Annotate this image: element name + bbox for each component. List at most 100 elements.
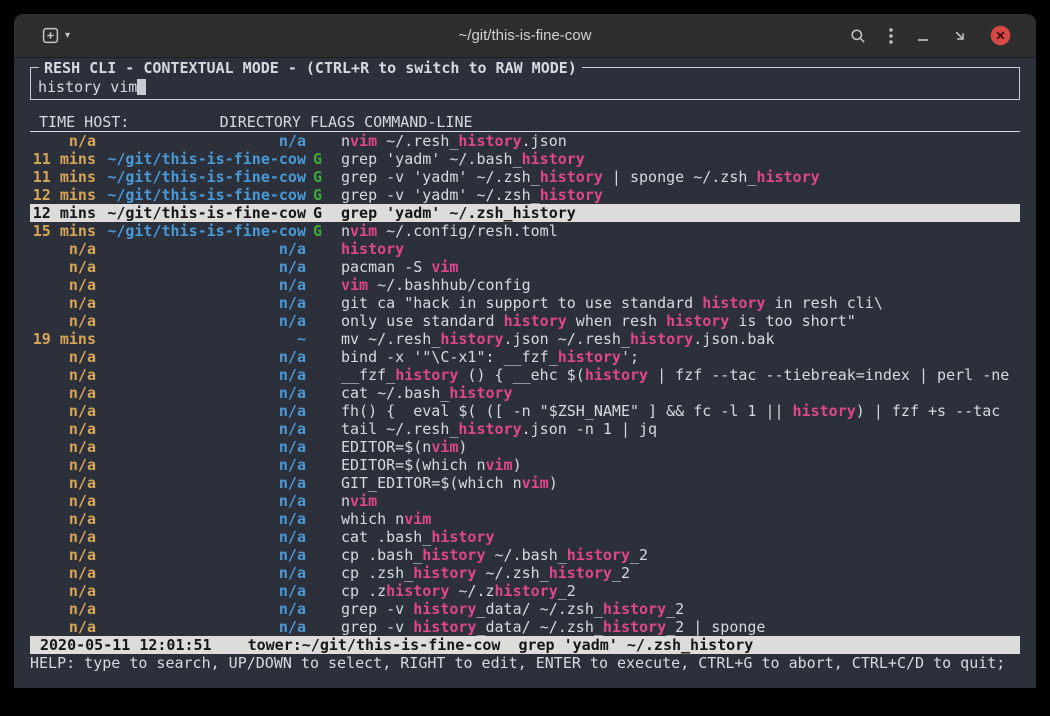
history-row[interactable]: n/an/aGIT_EDITOR=$(which nvim) [30,474,1020,492]
status-datetime: 2020-05-11 12:01:51 [40,636,212,654]
row-directory: n/a [105,366,306,384]
match-highlight: history [522,150,585,168]
menu-button[interactable] [889,28,893,44]
row-command: EDITOR=$(which nvim) [341,456,522,474]
minimize-button[interactable] [916,29,930,43]
row-command: vim ~/.bashhub/config [341,276,531,294]
row-time: n/a [30,438,96,456]
row-command: nvim ~/.config/resh.toml [341,222,558,240]
new-tab-icon [42,27,59,44]
match-highlight: history [603,600,666,618]
history-row[interactable]: n/an/aEDITOR=$(which nvim) [30,456,1020,474]
titlebar[interactable]: ▾ ~/git/this-is-fine-cow [14,14,1036,58]
row-command: cp .zsh_history ~/.zsh_history_2 [341,564,630,582]
terminal-window: ▾ ~/git/this-is-fine-cow [14,14,1036,688]
row-directory: n/a [105,312,306,330]
row-directory: n/a [105,384,306,402]
history-row[interactable]: n/an/acat ~/.bash_history [30,384,1020,402]
history-row[interactable]: 12 mins~/git/this-is-fine-cowGgrep -v 'y… [30,186,1020,204]
row-time: n/a [30,492,96,510]
history-row[interactable]: n/an/agit ca "hack in support to use sta… [30,294,1020,312]
kebab-menu-icon [889,28,893,44]
row-time: n/a [30,456,96,474]
help-line: HELP: type to search, UP/DOWN to select,… [30,654,1020,672]
history-row[interactable]: n/an/acp .zsh_history ~/.zsh_history_2 [30,564,1020,582]
close-button[interactable] [990,25,1011,46]
row-directory: n/a [105,132,306,150]
match-highlight: vim [350,222,377,240]
search-input[interactable]: history vim [38,78,1012,96]
row-command: pacman -S vim [341,258,458,276]
resh-mode-legend: RESH CLI - CONTEXTUAL MODE - (CTRL+R to … [39,59,582,77]
new-tab-button[interactable]: ▾ [42,27,70,44]
row-directory: n/a [105,600,306,618]
match-highlight: history [449,384,512,402]
row-directory: n/a [105,438,306,456]
history-row[interactable]: n/an/anvim [30,492,1020,510]
unmaximize-button[interactable] [953,29,967,43]
row-directory: n/a [105,420,306,438]
history-row[interactable]: 15 mins~/git/this-is-fine-cowGnvim ~/.co… [30,222,1020,240]
history-row[interactable]: n/an/a__fzf_history () { __ehc $(history… [30,366,1020,384]
row-command: cat ~/.bash_history [341,384,513,402]
resh-search-box: RESH CLI - CONTEXTUAL MODE - (CTRL+R to … [30,67,1020,100]
match-highlight: history [540,168,603,186]
row-command: cp .bash_history ~/.bash_history_2 [341,546,648,564]
status-location: tower:~/git/this-is-fine-cow [248,636,501,654]
row-command: cat .bash_history [341,528,495,546]
history-row[interactable]: n/an/apacman -S vim [30,258,1020,276]
row-directory: n/a [105,348,306,366]
history-row[interactable]: n/an/acat .bash_history [30,528,1020,546]
row-flags: G [313,222,333,240]
row-time: n/a [30,528,96,546]
minimize-icon [916,29,930,43]
history-row[interactable]: n/an/acp .zhistory ~/.zhistory_2 [30,582,1020,600]
history-row[interactable]: n/an/agrep -v history_data/ ~/.zsh_histo… [30,600,1020,618]
history-row[interactable]: 11 mins~/git/this-is-fine-cowGgrep -v 'y… [30,168,1020,186]
match-highlight: history [567,546,630,564]
match-highlight: history [431,528,494,546]
row-time: n/a [30,618,96,636]
search-button[interactable] [850,28,866,44]
row-time: n/a [30,294,96,312]
row-directory: ~/git/this-is-fine-cow [105,150,306,168]
history-row[interactable]: n/an/ahistory [30,240,1020,258]
history-row-selected[interactable]: 12 mins~/git/this-is-fine-cowGgrep 'yadm… [30,204,1020,222]
match-highlight: history [603,618,666,636]
row-directory: ~/git/this-is-fine-cow [105,204,306,222]
match-highlight: history [585,366,648,384]
history-row[interactable]: n/a n/a EDITOR=$(nvim) [30,438,1020,456]
match-highlight: history [386,582,449,600]
match-highlight: vim [404,510,431,528]
history-row[interactable]: 19 mins~mv ~/.resh_history.json ~/.resh_… [30,330,1020,348]
history-row[interactable]: n/an/agrep -v history_data/ ~/.zsh_histo… [30,618,1020,636]
match-highlight: history [756,168,819,186]
history-row[interactable]: 11 mins~/git/this-is-fine-cowGgrep 'yadm… [30,150,1020,168]
row-command: grep -v history_data/ ~/.zsh_history_2 [341,600,684,618]
row-command: only use standard history when resh hist… [341,312,856,330]
history-row[interactable]: n/an/aonly use standard history when res… [30,312,1020,330]
match-highlight: history [458,132,521,150]
close-icon [990,25,1011,46]
row-command: EDITOR=$(nvim) [341,438,467,456]
search-query-text: history vim [38,78,137,96]
row-command: __fzf_history () { __ehc $(history | fzf… [341,366,1009,384]
table-header: TIME HOST: DIRECTORY FLAGS COMMAND-LINE [30,113,1020,132]
history-row[interactable]: n/an/acp .bash_history ~/.bash_history_2 [30,546,1020,564]
history-row[interactable]: n/an/afh() { eval $( ([ -n "$ZSH_NAME" ]… [30,402,1020,420]
row-time: n/a [30,276,96,294]
history-row[interactable]: n/an/atail ~/.resh_history.json -n 1 | j… [30,420,1020,438]
history-row[interactable]: n/an/anvim ~/.resh_history.json [30,132,1020,150]
match-highlight: history [495,582,558,600]
row-directory: n/a [105,618,306,636]
status-bar: 2020-05-11 12:01:51 tower:~/git/this-is-… [30,636,1020,654]
row-command: GIT_EDITOR=$(which nvim) [341,474,558,492]
match-highlight: history [458,420,521,438]
terminal-content: RESH CLI - CONTEXTUAL MODE - (CTRL+R to … [14,58,1036,688]
row-time: 11 mins [30,150,96,168]
history-row[interactable]: n/an/avim ~/.bashhub/config [30,276,1020,294]
match-highlight: history [395,366,458,384]
match-highlight: history [630,330,693,348]
history-row[interactable]: n/an/awhich nvim [30,510,1020,528]
history-row[interactable]: n/an/abind -x '"\C-x1": __fzf_history'; [30,348,1020,366]
